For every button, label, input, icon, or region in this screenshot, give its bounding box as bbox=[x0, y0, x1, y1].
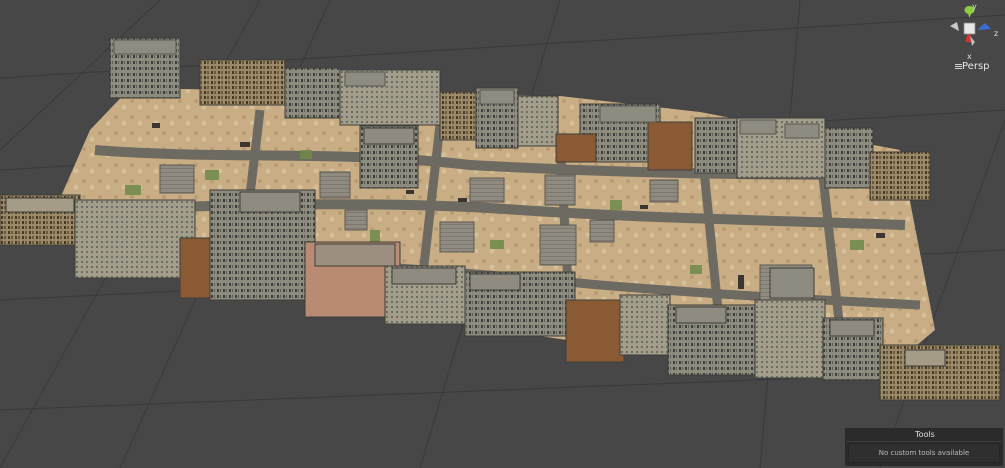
tools-overlay-panel: Tools No custom tools available bbox=[845, 428, 1004, 466]
gizmo-axis-x-label: x bbox=[967, 52, 972, 61]
tools-empty-message: No custom tools available bbox=[848, 443, 1000, 463]
gizmo-axis-z-label: z bbox=[994, 29, 999, 38]
menu-lines-icon bbox=[955, 63, 962, 70]
projection-mode-label[interactable]: Persp bbox=[962, 61, 1002, 73]
city-map-render[interactable] bbox=[0, 0, 1005, 468]
scene-viewport[interactable]: y z x Persp Tools No custom tools availa… bbox=[0, 0, 1005, 468]
z-axis-cone-icon bbox=[977, 23, 991, 30]
tools-panel-title: Tools bbox=[846, 429, 1004, 442]
gizmo-axis-y-label: y bbox=[972, 2, 977, 11]
